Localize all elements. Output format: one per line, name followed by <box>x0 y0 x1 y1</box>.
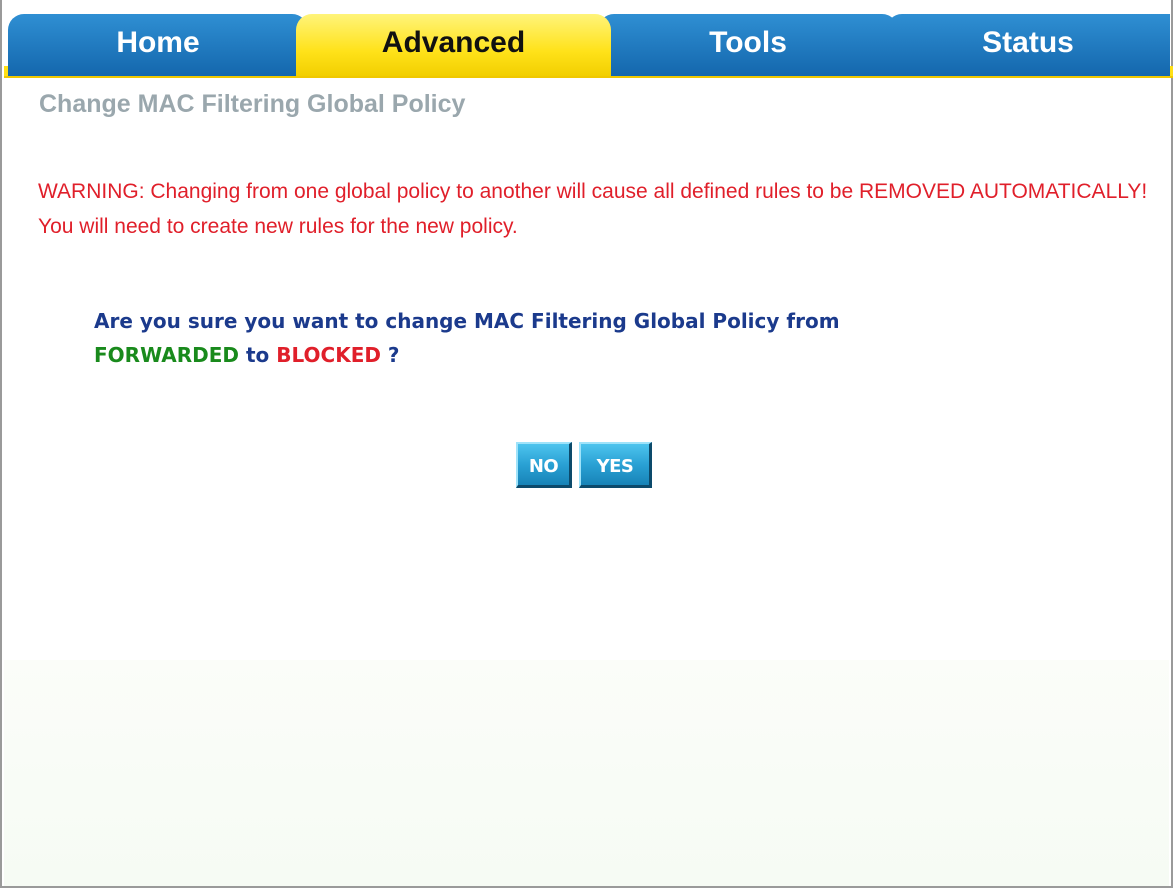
new-policy: BLOCKED <box>276 343 381 367</box>
confirmation-question: Are you sure you want to change MAC Filt… <box>94 304 994 372</box>
tab-tools[interactable]: Tools <box>598 14 898 76</box>
question-mark: ? <box>387 343 400 367</box>
top-navigation: Home Advanced Tools Status <box>2 0 1175 82</box>
no-button[interactable]: NO <box>516 442 572 488</box>
tab-advanced[interactable]: Advanced <box>296 14 611 76</box>
panel-background <box>4 660 1169 886</box>
question-text: Are you sure you want to change MAC Filt… <box>94 309 840 333</box>
tab-row: Home Advanced Tools Status <box>8 14 1170 76</box>
router-config-frame: Home Advanced Tools Status Change MAC Fi… <box>0 0 1173 888</box>
question-connector: to <box>245 343 270 367</box>
tab-home[interactable]: Home <box>8 14 308 76</box>
warning-message: WARNING: Changing from one global policy… <box>38 180 1148 238</box>
tab-status[interactable]: Status <box>886 14 1170 76</box>
current-policy: FORWARDED <box>94 343 239 367</box>
page-title: Change MAC Filtering Global Policy <box>39 90 466 118</box>
yes-button[interactable]: YES <box>579 442 652 488</box>
